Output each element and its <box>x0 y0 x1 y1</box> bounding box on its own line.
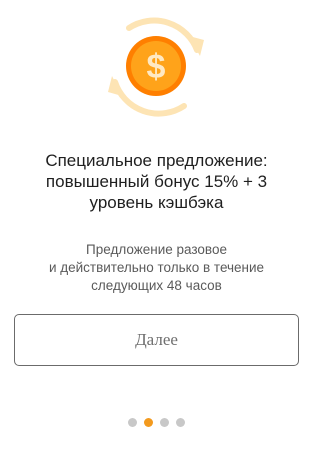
pagination-dot[interactable] <box>144 418 153 427</box>
cashback-illustration: $ <box>108 17 204 117</box>
next-button[interactable]: Далее <box>14 314 299 366</box>
offer-title: Специальное предложение: повышенный бону… <box>45 151 268 212</box>
promo-screen: $ Специальное предложение: повышенный бо… <box>0 0 313 457</box>
dollar-sign-icon: $ <box>147 48 166 86</box>
dollar-cashback-icon: $ <box>96 6 216 126</box>
arrow-head-bottom <box>108 76 122 96</box>
pagination-dot[interactable] <box>176 418 185 427</box>
pagination-dot[interactable] <box>128 418 137 427</box>
pagination-dots <box>0 418 313 427</box>
arrow-head-top <box>189 36 204 56</box>
offer-description: Предложение разовое и действительно толь… <box>48 242 265 293</box>
pagination-dot[interactable] <box>160 418 169 427</box>
